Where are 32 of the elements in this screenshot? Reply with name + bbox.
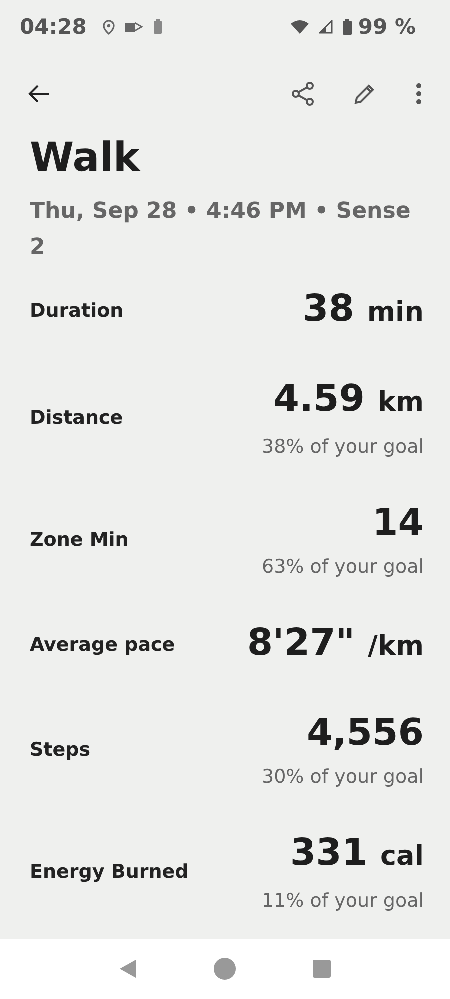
back-nav-icon[interactable] [118,959,137,979]
signal-icon [319,20,334,34]
back-arrow-icon[interactable] [28,85,50,103]
metric-label: Energy Burned [30,861,189,883]
metric-label: Distance [30,407,124,429]
status-time: 04:28 [20,15,87,39]
more-options-icon[interactable] [416,83,422,105]
metric-label: Zone Min [30,529,129,551]
metric-label: Steps [30,739,91,761]
wifi-icon [291,20,310,34]
battery-saver-icon [152,19,163,35]
metric-value: 38 min [302,286,424,332]
home-nav-icon[interactable] [214,958,236,980]
metric-value: 8'27" /km [247,620,424,666]
metric-label: Duration [30,300,124,322]
location-icon [102,20,115,34]
share-icon[interactable] [292,82,314,106]
metric-label: Average pace [30,634,176,656]
activity-title: Walk [30,134,142,182]
goal-progress-text: 11% of your goal [262,889,424,914]
metric-value: 331 cal [289,830,424,876]
metric-value: 4,556 [306,710,424,756]
metric-value: 14 [372,500,424,546]
goal-progress-text: 63% of your goal [262,555,424,580]
activity-subtitle: Thu, Sep 28 • 4:46 PM • Sense 2 [30,198,412,262]
goal-progress-text: 38% of your goal [262,435,424,460]
metric-value: 4.59 km [272,376,424,422]
pencil-icon[interactable] [354,83,376,105]
goal-progress-text: 30% of your goal [262,765,424,790]
recents-nav-icon[interactable] [313,960,332,978]
battery-percent: 99 % [358,15,416,39]
battery-icon [343,19,352,35]
